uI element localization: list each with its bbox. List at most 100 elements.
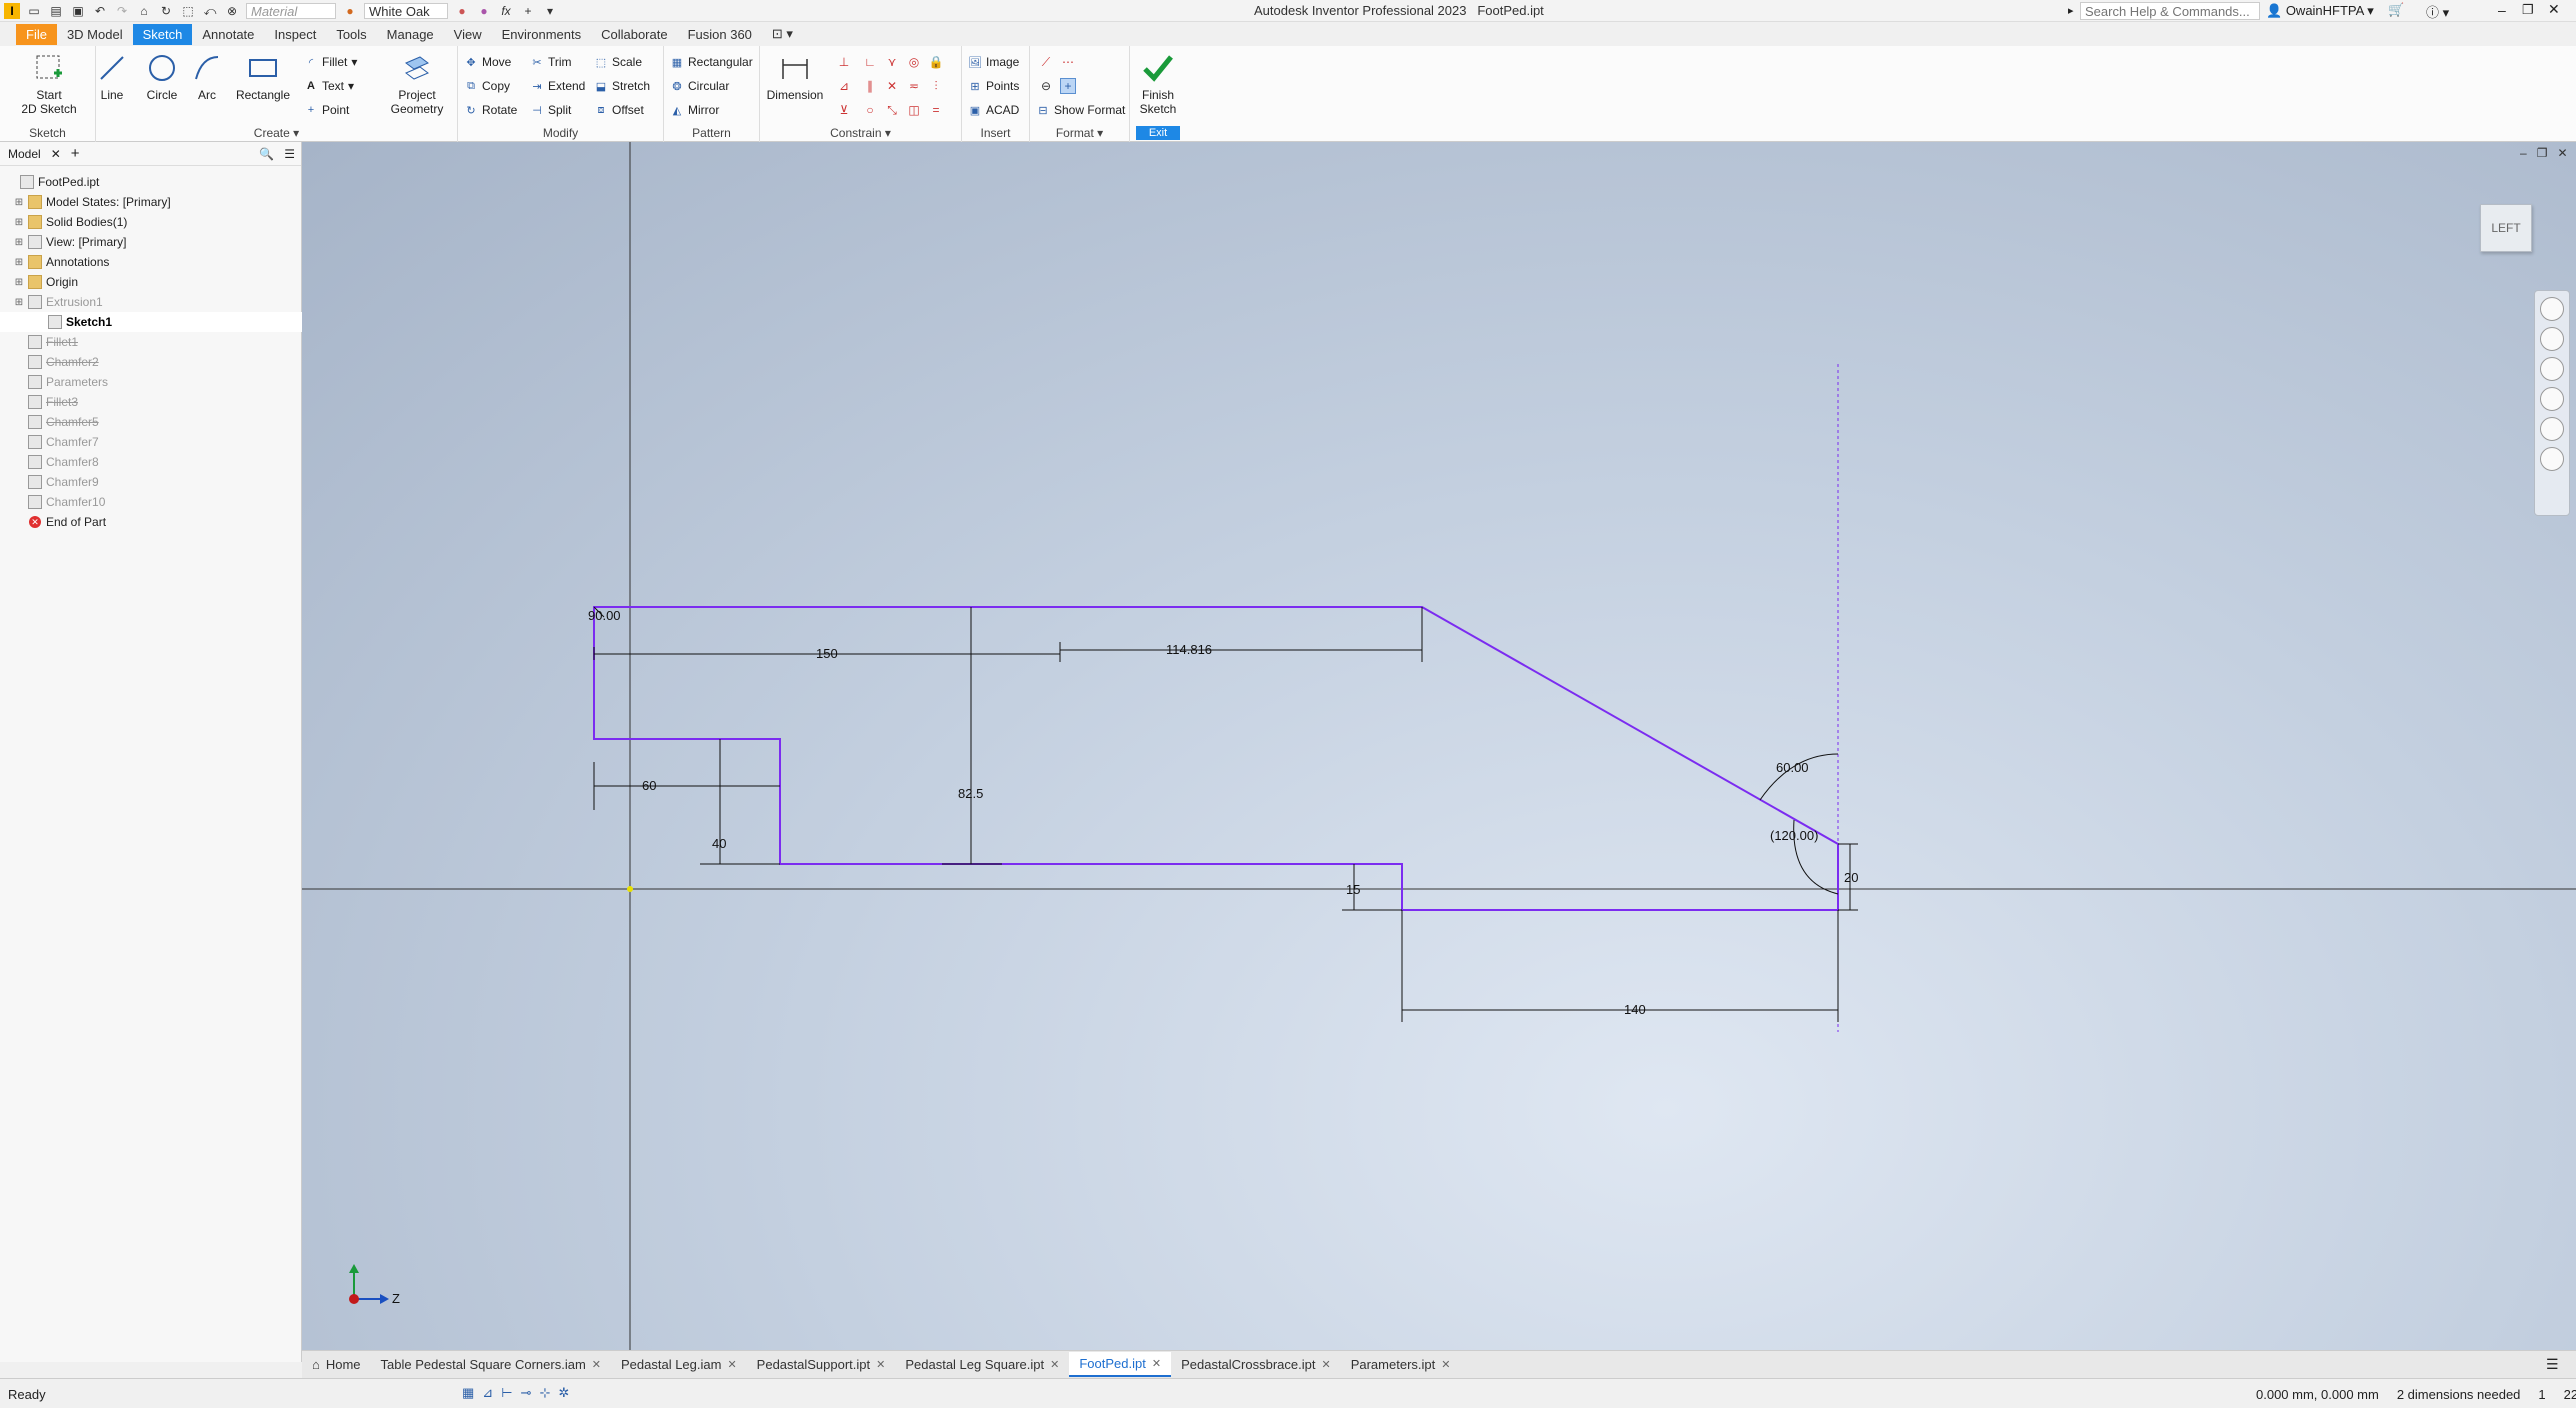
symmetric-icon[interactable]: ⤡ xyxy=(884,102,900,118)
browser-node[interactable]: ⊞ Extrusion1 xyxy=(0,292,302,312)
browser-add-icon[interactable]: + xyxy=(71,145,80,162)
expand-icon[interactable]: ⊞ xyxy=(14,197,24,208)
tab-close-icon[interactable]: ✕ xyxy=(1152,1357,1161,1370)
dim-60[interactable]: 60 xyxy=(642,778,656,793)
parallel-icon[interactable]: ∥ xyxy=(862,78,878,94)
group-label-constrain[interactable]: Constrain ▾ xyxy=(760,126,961,140)
tab-tools[interactable]: Tools xyxy=(326,24,376,45)
dimension-button[interactable]: Dimension xyxy=(764,52,826,102)
document-tab[interactable]: Pedastal Leg.iam ✕ xyxy=(611,1353,747,1376)
offset-button[interactable]: ⧈ Offset xyxy=(594,100,644,120)
project-geometry-button[interactable]: Project Geometry xyxy=(384,52,450,116)
group-label-format[interactable]: Format ▾ xyxy=(1030,126,1129,140)
browser-close-icon[interactable]: ✕ xyxy=(51,147,61,161)
show-constraints-icon[interactable]: ✲ xyxy=(558,1385,569,1401)
fillet-button[interactable]: ◜ Fillet ▾ xyxy=(304,52,358,72)
browser-node[interactable]: FootPed.ipt xyxy=(0,172,302,192)
plus-icon[interactable]: + xyxy=(520,3,536,19)
browser-tab-model[interactable]: Model xyxy=(8,147,41,161)
user-account[interactable]: 👤 OwainHFTPA ▾ xyxy=(2266,3,2374,19)
select-icon[interactable]: ⬚ xyxy=(180,3,196,19)
doc-tab-menu-icon[interactable]: ☰ xyxy=(2546,1356,2559,1373)
close-button[interactable]: ✕ xyxy=(2548,1,2560,18)
sketch-profile[interactable] xyxy=(593,606,1839,911)
image-button[interactable]: 🖼 Image xyxy=(968,52,1019,72)
line-button[interactable]: Line xyxy=(96,52,128,102)
vertical-icon[interactable]: ⫶ xyxy=(928,78,944,94)
view-close-icon[interactable]: ✕ xyxy=(2557,146,2567,160)
browser-node[interactable]: Chamfer9 xyxy=(0,472,302,492)
browser-node[interactable]: ⊞ View: [Primary] xyxy=(0,232,302,252)
dim-82-5[interactable]: 82.5 xyxy=(958,786,983,801)
material-dropdown[interactable]: Material xyxy=(246,3,336,19)
navbar-menu-icon[interactable] xyxy=(2540,447,2564,471)
tab-close-icon[interactable]: ✕ xyxy=(592,1358,601,1371)
browser-node[interactable]: ⊞ Solid Bodies(1) xyxy=(0,212,302,232)
zoom-icon[interactable] xyxy=(2540,357,2564,381)
adjust-icon[interactable]: ● xyxy=(454,3,470,19)
browser-node[interactable]: Parameters xyxy=(0,372,302,392)
tab-file[interactable]: File xyxy=(16,23,57,45)
circle-button[interactable]: Circle xyxy=(140,52,184,102)
copy-button[interactable]: ⧉ Copy xyxy=(464,76,510,96)
arc-button[interactable]: Arc xyxy=(190,52,224,102)
qat-customize-icon[interactable]: ▾ xyxy=(542,3,558,19)
minimize-button[interactable]: – xyxy=(2498,2,2506,18)
sketch-canvas[interactable]: 90.00 150 114.816 60 40 82.5 15 60.00 (1… xyxy=(302,142,2576,1350)
tab-close-icon[interactable]: ✕ xyxy=(1441,1358,1450,1371)
browser-menu-icon[interactable]: ☰ xyxy=(284,147,295,161)
tab-fusion-360[interactable]: Fusion 360 xyxy=(678,24,762,45)
update-icon[interactable]: ↻ xyxy=(158,3,174,19)
view-restore-icon[interactable]: ❐ xyxy=(2537,146,2548,160)
browser-node[interactable]: Chamfer7 xyxy=(0,432,302,452)
browser-node[interactable]: Chamfer5 xyxy=(0,412,302,432)
trim-button[interactable]: ✂ Trim xyxy=(530,52,571,72)
perpendicular-icon[interactable]: ∟ xyxy=(862,54,878,70)
finish-sketch-button[interactable]: Finish Sketch xyxy=(1134,52,1182,116)
help-icon[interactable]: ⓘ ▾ xyxy=(2426,2,2449,21)
tangent-icon[interactable]: ⋎ xyxy=(884,54,900,70)
fix-icon[interactable]: 🔒 xyxy=(928,54,944,70)
dim-angle-90[interactable]: 90.00 xyxy=(588,608,621,623)
center-point-icon[interactable]: ⊖ xyxy=(1038,78,1054,94)
expand-icon[interactable]: ⊞ xyxy=(14,217,24,228)
dim-angle-60[interactable]: 60.00 xyxy=(1776,760,1809,775)
group-label-create[interactable]: Create ▾ xyxy=(96,126,457,140)
coincident-icon[interactable]: ⊥ xyxy=(836,54,852,70)
dim-40[interactable]: 40 xyxy=(712,836,726,851)
start-2d-sketch-button[interactable]: Start 2D Sketch xyxy=(14,52,84,116)
save-icon[interactable]: ▣ xyxy=(70,3,86,19)
expand-icon[interactable]: ⊞ xyxy=(14,257,24,268)
document-tab[interactable]: Parameters.ipt ✕ xyxy=(1341,1353,1461,1376)
tab-inspect[interactable]: Inspect xyxy=(264,24,326,45)
collinear-icon[interactable]: ⊿ xyxy=(836,78,852,94)
dim-20[interactable]: 20 xyxy=(1844,870,1858,885)
rotate-button[interactable]: ↻ Rotate xyxy=(464,100,517,120)
ortho-icon[interactable]: ⊿ xyxy=(482,1385,493,1401)
look-at-icon[interactable] xyxy=(2540,417,2564,441)
tab-view[interactable]: View xyxy=(444,24,492,45)
browser-node[interactable]: ⊞ Annotations xyxy=(0,252,302,272)
concentric-icon[interactable]: ◎ xyxy=(906,54,922,70)
horizontal-icon[interactable]: ≂ xyxy=(906,78,922,94)
expand-icon[interactable]: ⊞ xyxy=(14,297,24,308)
browser-node[interactable]: Sketch1 xyxy=(0,312,302,332)
home-icon[interactable]: ⌂ xyxy=(136,3,152,19)
tangent2-icon[interactable]: ○ xyxy=(862,102,878,118)
tab-annotate[interactable]: Annotate xyxy=(192,24,264,45)
view-minimize-icon[interactable]: – xyxy=(2520,146,2527,160)
persist-icon[interactable]: ⊹ xyxy=(539,1385,550,1401)
dim-15[interactable]: 15 xyxy=(1346,882,1360,897)
browser-node[interactable]: Chamfer8 xyxy=(0,452,302,472)
driven-dimension-icon[interactable]: + xyxy=(1060,78,1076,94)
browser-node[interactable]: Chamfer2 xyxy=(0,352,302,372)
extend-button[interactable]: ⇥ Extend xyxy=(530,76,585,96)
clear-icon[interactable]: ● xyxy=(476,3,492,19)
smooth-icon[interactable]: ⊻ xyxy=(836,102,852,118)
split-button[interactable]: ⊣ Split xyxy=(530,100,571,120)
tab-collaborate[interactable]: Collaborate xyxy=(591,24,678,45)
mirror-button[interactable]: ◭ Mirror xyxy=(670,100,720,120)
rectangle-button[interactable]: Rectangle xyxy=(234,52,292,102)
equal-icon[interactable]: = xyxy=(928,102,944,118)
dim-140[interactable]: 140 xyxy=(1624,1002,1646,1017)
